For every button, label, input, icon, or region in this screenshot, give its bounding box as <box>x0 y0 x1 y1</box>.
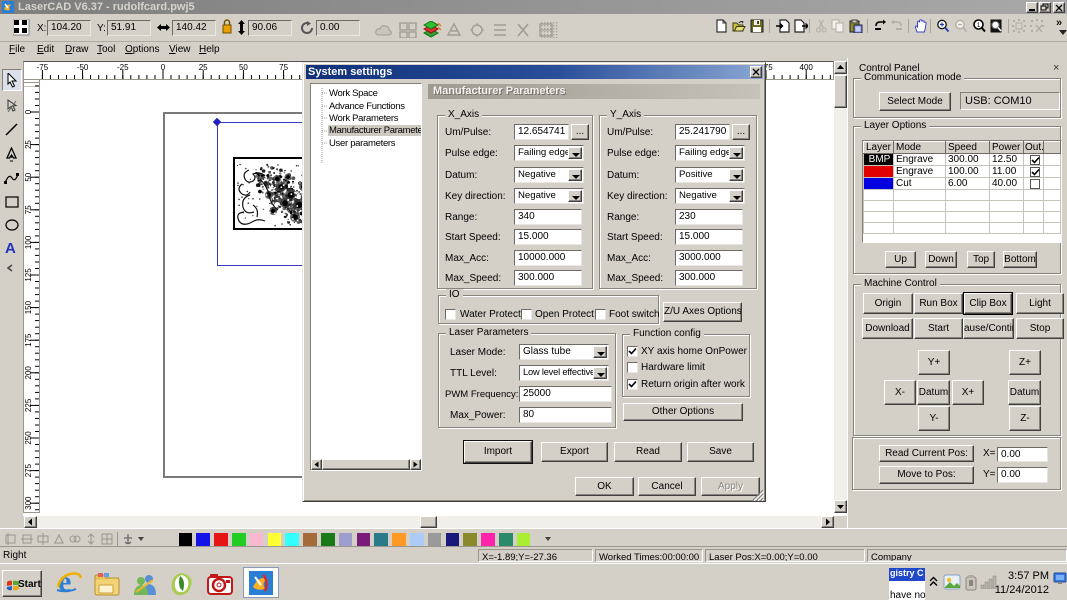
svg-text:0: 0 <box>24 109 33 114</box>
svg-text:25: 25 <box>199 63 208 72</box>
svg-text:-25: -25 <box>117 63 129 72</box>
svg-text:175: 175 <box>24 333 33 347</box>
svg-text:75: 75 <box>24 205 33 214</box>
svg-text:200: 200 <box>24 366 33 380</box>
svg-text:75: 75 <box>279 63 288 72</box>
svg-text:400: 400 <box>800 63 814 72</box>
svg-text:125: 125 <box>24 268 33 282</box>
svg-text:275: 275 <box>24 463 33 477</box>
svg-text:300: 300 <box>24 496 33 510</box>
svg-text:250: 250 <box>24 431 33 445</box>
svg-text:100: 100 <box>24 235 33 249</box>
svg-text:50: 50 <box>24 172 33 181</box>
svg-text:150: 150 <box>24 300 33 314</box>
svg-text:0: 0 <box>161 63 166 72</box>
svg-text:-50: -50 <box>77 63 89 72</box>
svg-text:50: 50 <box>239 63 248 72</box>
svg-text:25: 25 <box>24 140 33 149</box>
svg-text:225: 225 <box>24 398 33 412</box>
svg-text:-75: -75 <box>37 63 49 72</box>
